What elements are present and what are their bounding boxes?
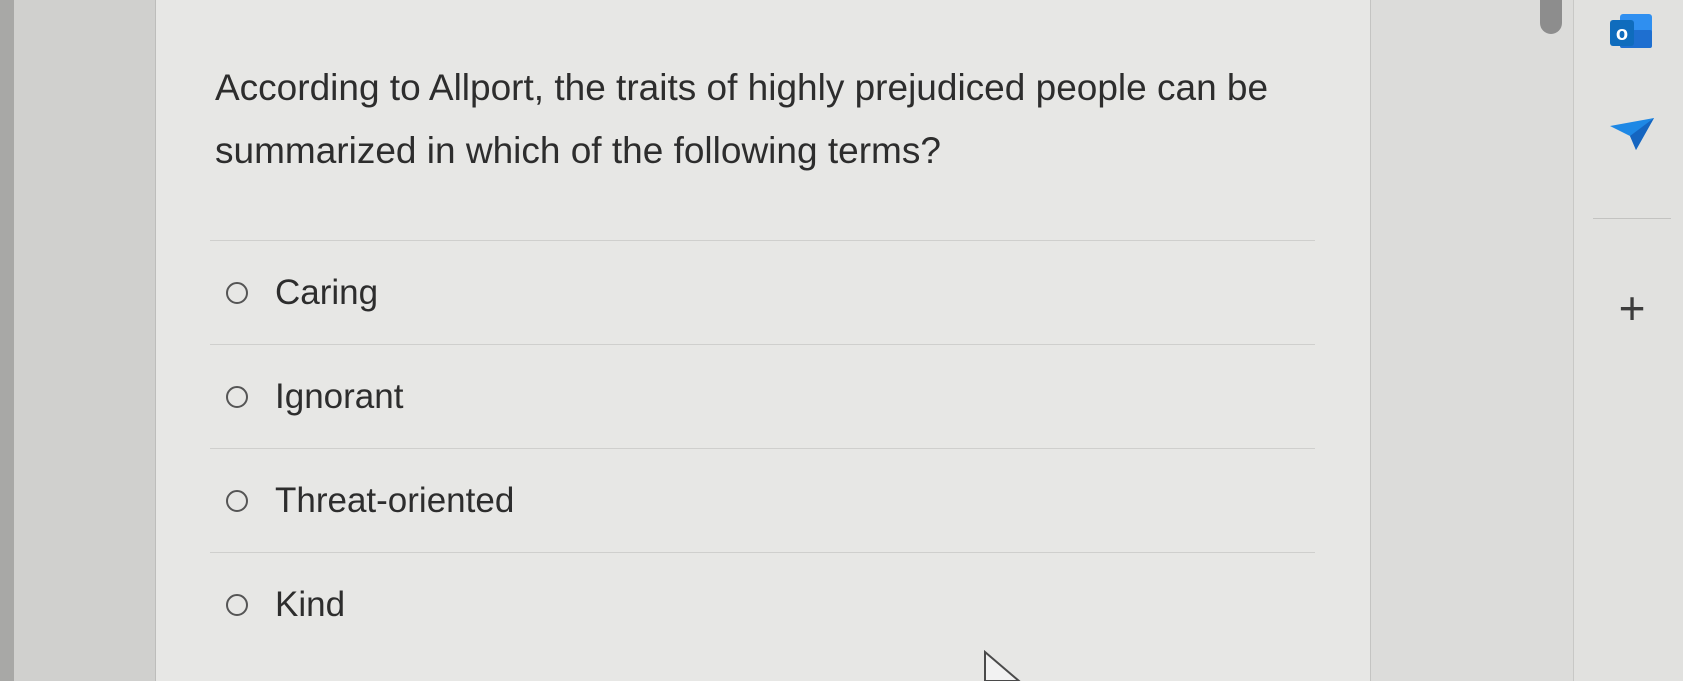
option-caring[interactable]: Caring <box>210 241 1315 344</box>
page-margin <box>1370 0 1574 681</box>
question-text: According to Allport, the traits of high… <box>215 67 1269 171</box>
scrollbar-thumb[interactable] <box>1540 0 1562 34</box>
option-label: Caring <box>275 272 379 312</box>
option-label: Threat-oriented <box>275 480 515 520</box>
add-icon[interactable]: + <box>1609 285 1655 331</box>
option-threat-oriented[interactable]: Threat-oriented <box>210 449 1315 552</box>
radio-button[interactable] <box>226 281 248 304</box>
send-icon[interactable] <box>1608 116 1656 152</box>
option-label: Ignorant <box>275 376 404 416</box>
radio-button[interactable] <box>226 385 248 408</box>
option-kind[interactable]: Kind <box>210 553 1315 656</box>
option-label: Kind <box>275 584 346 624</box>
answer-options: Caring Ignorant Threat-oriented Kind <box>210 240 1315 656</box>
outlook-icon[interactable]: o <box>1608 12 1654 52</box>
option-ignorant[interactable]: Ignorant <box>210 345 1315 448</box>
mouse-cursor-icon <box>984 650 1021 681</box>
rail-divider <box>1593 218 1671 219</box>
outlook-glyph: o <box>1616 23 1628 45</box>
radio-button[interactable] <box>226 489 248 512</box>
side-rail <box>1573 0 1683 681</box>
left-gutter <box>0 0 156 681</box>
radio-button[interactable] <box>226 593 248 616</box>
